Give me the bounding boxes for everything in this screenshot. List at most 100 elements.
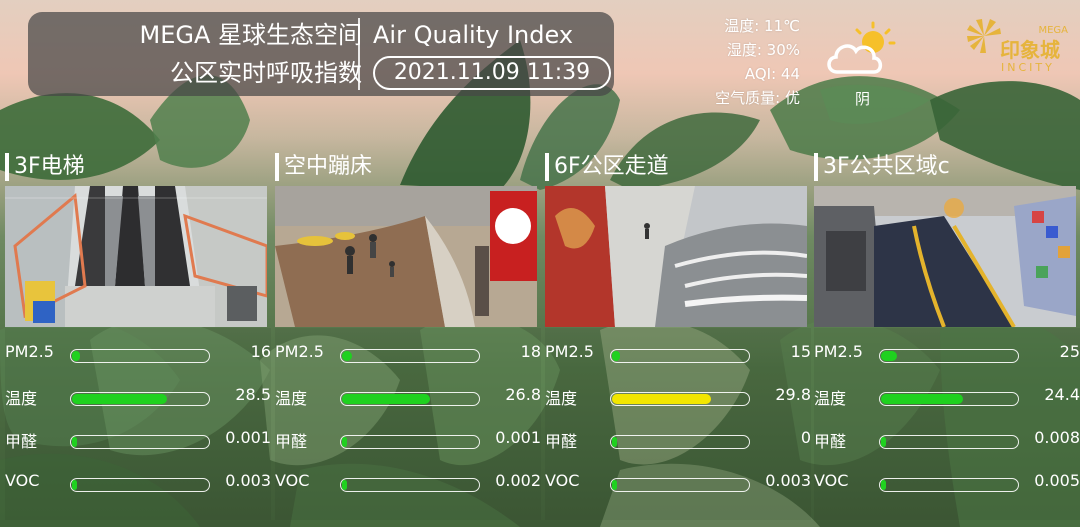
metric-bar (70, 435, 210, 449)
camera-feed[interactable] (275, 186, 537, 327)
metric-row-voc: VOC 0.002 (275, 467, 541, 497)
metric-bar (610, 392, 750, 406)
camera-feed[interactable] (814, 186, 1076, 327)
metrics-list: PM2.5 18 温度 26.8 甲醛 0.001 VOC 0.002 (275, 328, 541, 520)
metric-value: 16 (250, 342, 271, 361)
metric-label: PM2.5 (5, 342, 54, 361)
metric-value: 0.003 (225, 471, 271, 490)
metric-bar (610, 349, 750, 363)
metric-row-temperature: 温度 29.8 (545, 381, 811, 411)
aqi-text: AQI: 44 (744, 65, 800, 83)
metrics-list: PM2.5 25 温度 24.4 甲醛 0.008 VOC 0.005 (814, 328, 1080, 520)
metric-bar (610, 478, 750, 492)
camera-feed[interactable] (545, 186, 807, 327)
metric-value: 15 (790, 342, 811, 361)
metric-label: 甲醛 (275, 432, 308, 451)
metric-bar (879, 392, 1019, 406)
metric-row-temperature: 温度 26.8 (275, 381, 541, 411)
metric-label: 温度 (5, 389, 38, 408)
metric-bar-fill (72, 480, 77, 490)
metric-label: VOC (814, 471, 849, 490)
logo-sub-text: INCITY (1001, 61, 1055, 74)
humidity-text: 湿度: 30% (726, 41, 800, 59)
metric-bar (610, 435, 750, 449)
metric-bar-fill (342, 394, 430, 404)
metric-label: 甲醛 (5, 432, 38, 451)
metric-row-pm25: PM2.5 25 (814, 338, 1080, 368)
metric-label: 温度 (275, 389, 308, 408)
metric-bar-fill (881, 351, 897, 361)
metric-label: 甲醛 (814, 432, 847, 451)
temperature-text: 温度: 11℃ (724, 17, 800, 35)
metric-bar-fill (881, 480, 886, 490)
metric-bar (70, 392, 210, 406)
metric-row-formaldehyde: 甲醛 0.001 (5, 424, 271, 454)
mega-incity-logo: MEGA 印象城 INCITY (966, 12, 1070, 80)
metric-bar-fill (612, 394, 711, 404)
metric-bar-fill (72, 394, 167, 404)
metric-bar (340, 349, 480, 363)
metric-row-pm25: PM2.5 15 (545, 338, 811, 368)
metric-bar (340, 435, 480, 449)
title-box: MEGA 星球生态空间 公区实时呼吸指数 Air Quality Index 2… (28, 12, 614, 96)
metric-row-voc: VOC 0.005 (814, 467, 1080, 497)
metric-bar (340, 478, 480, 492)
metric-value: 0.002 (495, 471, 541, 490)
metric-value: 24.4 (1044, 385, 1080, 404)
metric-value: 0.008 (1034, 428, 1080, 447)
metric-label: 温度 (545, 389, 578, 408)
metric-row-voc: VOC 0.003 (545, 467, 811, 497)
metric-row-formaldehyde: 甲醛 0.001 (275, 424, 541, 454)
metric-value: 0.001 (495, 428, 541, 447)
metric-label: PM2.5 (814, 342, 863, 361)
weather-info: 温度: 11℃ 湿度: 30% AQI: 44 空气质量: 优 (690, 14, 800, 110)
sun-logo-icon (967, 19, 1001, 53)
location-panel: 空中蹦床 PM2.5 18 温度 26.8 甲醛 0.001 VOC 0.002 (275, 150, 541, 520)
metrics-list: PM2.5 15 温度 29.8 甲醛 0 VOC 0.003 (545, 328, 811, 520)
metric-bar-fill (72, 351, 80, 361)
metric-bar (879, 349, 1019, 363)
datetime-display: 2021.11.09 11:39 (373, 56, 611, 90)
metric-bar (879, 478, 1019, 492)
panel-title: 3F公共区域c (823, 154, 950, 179)
panel-title-bar (5, 153, 9, 181)
metric-value: 0 (800, 428, 811, 447)
metric-row-pm25: PM2.5 16 (5, 338, 271, 368)
metric-row-temperature: 温度 24.4 (814, 381, 1080, 411)
weather-condition: 阴 (855, 90, 871, 108)
panel-title: 空中蹦床 (284, 154, 373, 179)
logo-main-text: 印象城 (1000, 38, 1060, 62)
metric-row-temperature: 温度 28.5 (5, 381, 271, 411)
metric-row-formaldehyde: 甲醛 0 (545, 424, 811, 454)
metric-bar-fill (342, 480, 347, 490)
metrics-list: PM2.5 16 温度 28.5 甲醛 0.001 VOC 0.003 (5, 328, 271, 520)
metric-row-formaldehyde: 甲醛 0.008 (814, 424, 1080, 454)
metric-value: 25 (1059, 342, 1080, 361)
metric-bar-fill (612, 437, 617, 447)
air-quality-text: 空气质量: 优 (715, 89, 800, 107)
metric-label: PM2.5 (545, 342, 594, 361)
title-cn-line1: MEGA 星球生态空间 (139, 21, 362, 49)
metric-value: 26.8 (505, 385, 541, 404)
location-panel: 3F电梯 PM2.5 16 温度 28.5 甲醛 0.001 VOC 0.003 (5, 150, 271, 520)
metric-bar-fill (881, 437, 886, 447)
metric-value: 0.005 (1034, 471, 1080, 490)
panel-title: 3F电梯 (14, 154, 85, 179)
partly-cloudy-icon (827, 21, 896, 74)
metric-bar (340, 392, 480, 406)
metric-label: 甲醛 (545, 432, 578, 451)
panel-title: 6F公区走道 (554, 154, 669, 179)
panel-title-bar (275, 153, 279, 181)
location-panel: 6F公区走道 PM2.5 15 温度 29.8 甲醛 0 VOC 0.003 (545, 150, 811, 520)
title-en: Air Quality Index (373, 21, 574, 49)
panel-title-bar (545, 153, 549, 181)
metric-bar-fill (342, 351, 352, 361)
metric-label: PM2.5 (275, 342, 324, 361)
metric-bar (879, 435, 1019, 449)
metric-bar-fill (612, 480, 617, 490)
metric-row-pm25: PM2.5 18 (275, 338, 541, 368)
metric-label: VOC (545, 471, 580, 490)
title-divider (358, 18, 360, 90)
camera-feed[interactable] (5, 186, 267, 327)
metric-bar (70, 349, 210, 363)
